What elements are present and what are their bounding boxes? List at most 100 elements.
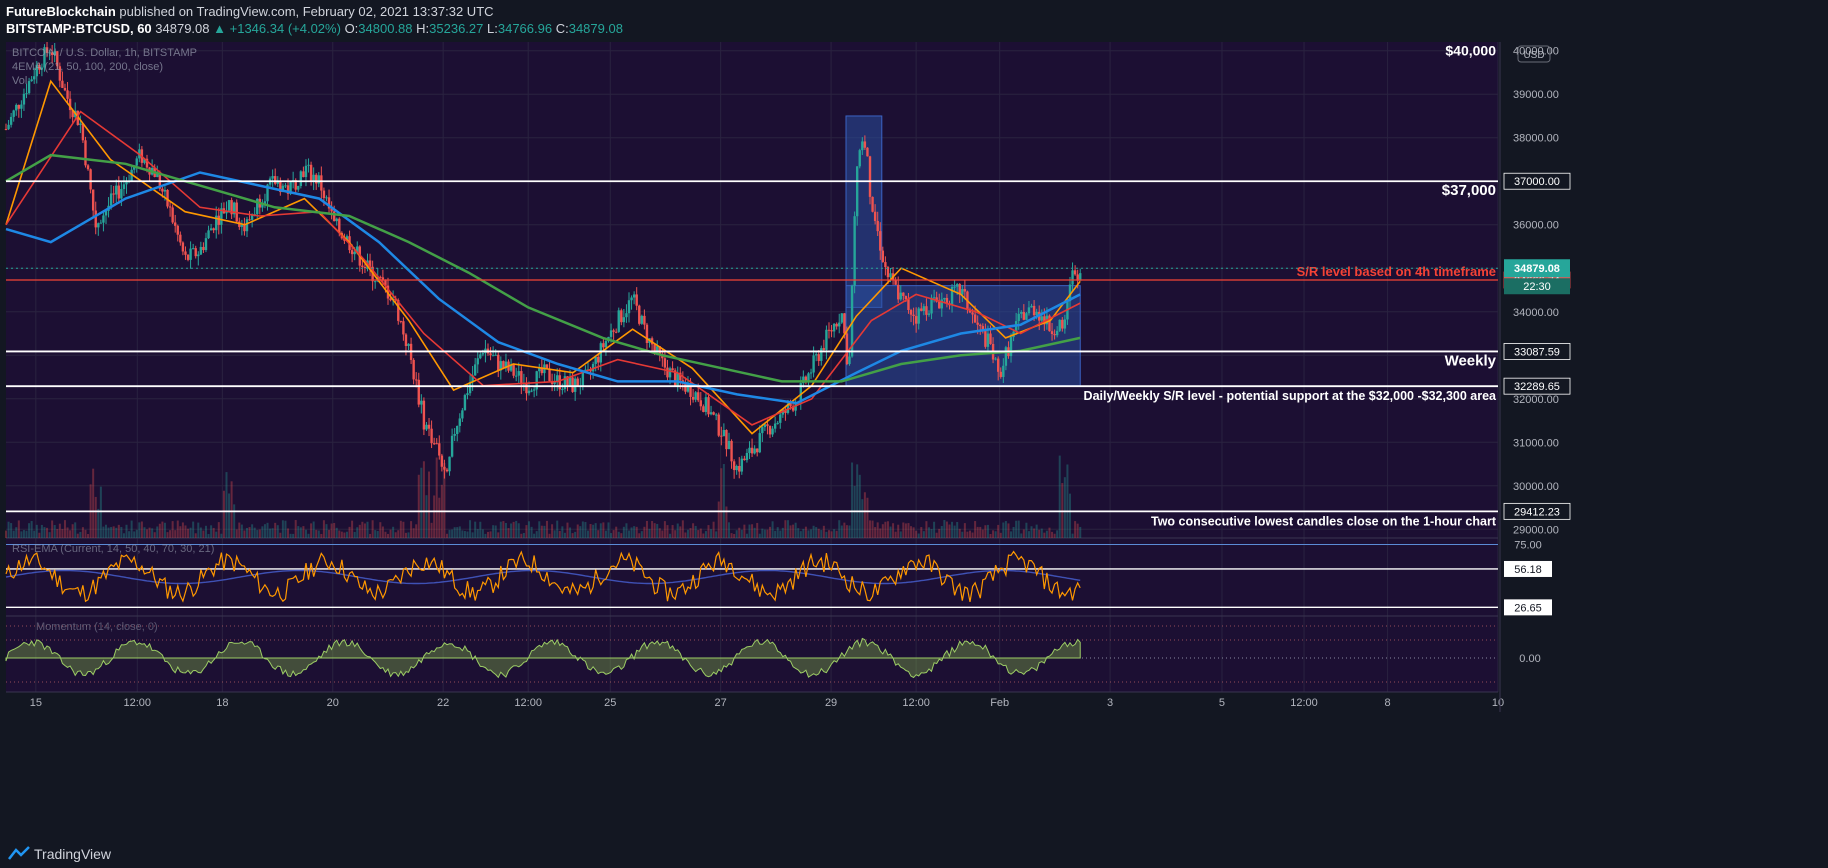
volume-bar <box>779 530 782 538</box>
volume-bar <box>197 522 200 538</box>
volume-bar <box>963 523 966 538</box>
volume-bar <box>663 521 666 538</box>
candle-body <box>709 412 713 415</box>
candle-body <box>638 305 641 324</box>
price-chart[interactable]: 29000.0030000.0031000.0032000.0033000.00… <box>0 42 1828 840</box>
volume-bar <box>810 529 813 538</box>
volume-bar <box>966 531 969 538</box>
volume-bar <box>458 526 461 538</box>
volume-bar <box>1030 526 1033 538</box>
volume-bar <box>61 528 64 538</box>
candle-body <box>317 175 320 184</box>
volume-bar <box>835 530 838 538</box>
volume-bar <box>602 522 605 538</box>
volume-bar <box>230 481 233 538</box>
volume-bar <box>833 529 836 538</box>
volume-bar <box>869 520 872 538</box>
volume-bar <box>1035 524 1038 538</box>
volume-bar <box>533 533 536 538</box>
volume-bar <box>320 533 323 538</box>
candle-body <box>79 123 82 125</box>
volume-bar <box>125 524 128 538</box>
volume-bar <box>404 532 407 538</box>
volume-bar <box>638 533 641 538</box>
volume-bar <box>630 527 633 538</box>
osc-zero-value: 0.00 <box>1519 653 1540 665</box>
candle-body <box>17 104 21 109</box>
tradingview-logo-icon[interactable] <box>8 846 30 860</box>
volume-bar <box>699 528 702 538</box>
last-price: 34879.08 <box>155 21 210 36</box>
volume-bar <box>651 521 654 538</box>
y-tick-label: 29000.00 <box>1513 524 1559 536</box>
volume-bar <box>610 533 613 538</box>
volume-bar <box>192 521 195 538</box>
volume-bar <box>871 520 874 538</box>
plot-background <box>6 42 1498 692</box>
volume-bar <box>284 520 287 538</box>
candle-body <box>15 104 18 111</box>
candle-body <box>840 313 844 323</box>
candle-body <box>835 323 838 327</box>
volume-bar <box>271 528 274 538</box>
candle-body <box>830 330 833 332</box>
candle-body <box>179 234 182 243</box>
candle-body <box>753 448 756 454</box>
volume-bar <box>266 522 269 538</box>
open-label: O: <box>344 21 359 36</box>
volume-bar <box>1012 526 1015 538</box>
candle-body <box>94 210 97 228</box>
y-tick-label: 30000.00 <box>1513 481 1559 493</box>
volume-bar <box>202 530 205 538</box>
rsi-band-value: 75.00 <box>1514 540 1542 552</box>
candle-body <box>735 465 738 471</box>
candle-body <box>1053 334 1056 336</box>
candle-body <box>1040 316 1043 321</box>
volume-bar <box>97 508 100 538</box>
volume-bar <box>1007 523 1010 538</box>
volume-bar <box>776 527 779 538</box>
candle-body <box>320 175 323 191</box>
volume-bar <box>628 530 631 538</box>
volume-bar <box>586 530 589 538</box>
volume-bar <box>371 520 374 538</box>
chart-legend-line: 4EMA (21, 50, 100, 200, close) <box>12 61 163 73</box>
brand-label[interactable]: TradingView <box>34 846 111 862</box>
volume-bar <box>1056 530 1059 538</box>
author-name[interactable]: FutureBlockchain <box>6 4 116 19</box>
candle-body <box>463 395 467 411</box>
volume-bar <box>338 530 341 538</box>
volume-bar <box>428 471 431 538</box>
x-tick-label: 5 <box>1219 697 1225 709</box>
candle-body <box>315 174 318 184</box>
candle-body <box>33 76 36 80</box>
volume-bar <box>694 525 697 538</box>
volume-bar <box>117 524 120 538</box>
volume-bar <box>758 533 761 538</box>
symbol-label[interactable]: BITSTAMP:BTCUSD, 60 <box>6 21 152 36</box>
volume-bar <box>940 525 943 538</box>
candle-body <box>453 433 456 436</box>
volume-bar <box>204 525 207 538</box>
candle-body <box>1050 331 1054 335</box>
volume-bar <box>571 533 574 538</box>
volume-bar <box>445 533 448 538</box>
candle-body <box>825 329 828 350</box>
volume-bar <box>1045 530 1048 538</box>
candle-body <box>189 248 192 260</box>
volume-bar <box>848 525 851 538</box>
volume-bar <box>35 524 38 538</box>
volume-bar <box>640 531 643 538</box>
candle-body <box>809 372 813 374</box>
candle-body <box>853 216 856 286</box>
candle-body <box>481 353 485 355</box>
candle-body <box>771 428 774 435</box>
volume-bar <box>689 528 692 538</box>
volume-bar <box>302 526 305 538</box>
volume-bar <box>881 524 884 538</box>
volume-bar <box>279 532 282 538</box>
volume-bar <box>599 523 602 538</box>
volume-bar <box>376 531 379 538</box>
volume-bar <box>545 520 548 538</box>
candle-body <box>889 273 892 278</box>
